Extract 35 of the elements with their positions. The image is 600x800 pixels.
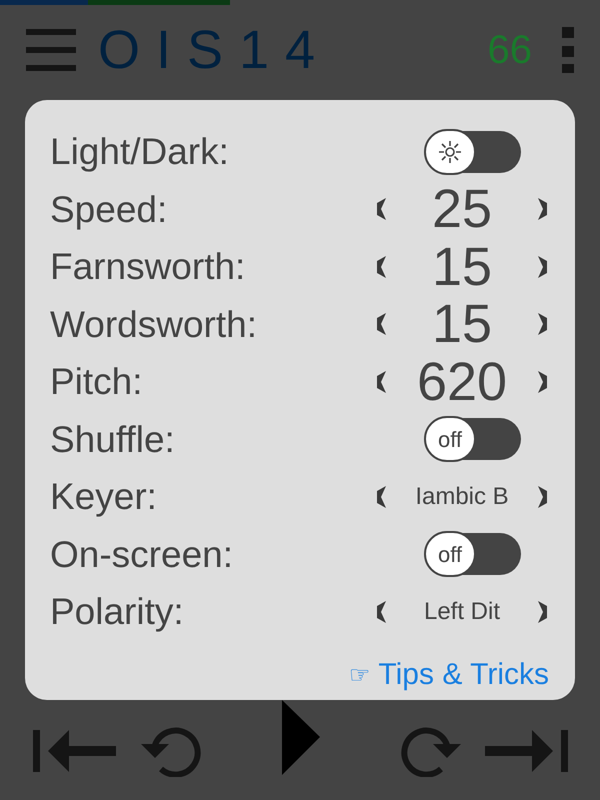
chevron-left-icon[interactable]	[374, 486, 386, 508]
chevron-left-icon[interactable]	[374, 313, 386, 336]
setting-label: Speed:	[50, 190, 168, 228]
setting-label: On-screen:	[50, 536, 234, 573]
toggle-knob[interactable]	[424, 128, 476, 175]
setting-value: 15	[430, 240, 494, 294]
setting-label: Pitch:	[50, 363, 144, 400]
setting-value: 25	[430, 182, 494, 236]
sun-icon	[438, 140, 462, 164]
setting-label: Shuffle:	[50, 420, 176, 458]
toggle-switch[interactable]: off	[425, 533, 521, 576]
toggle-switch[interactable]	[425, 130, 521, 173]
setting-value: Iambic B	[414, 484, 510, 509]
chevron-right-icon[interactable]	[538, 486, 550, 508]
setting-value: 620	[416, 354, 508, 409]
setting-label: Wordsworth:	[50, 306, 258, 343]
chevron-right-icon[interactable]	[538, 198, 550, 220]
setting-label: Farnsworth:	[50, 248, 246, 286]
setting-value: 15	[430, 297, 494, 352]
chevron-left-icon[interactable]	[374, 600, 386, 623]
toggle-switch[interactable]: off	[425, 418, 521, 460]
chevron-right-icon[interactable]	[538, 256, 550, 278]
setting-value: Left Dit	[422, 600, 502, 624]
app-title: OIS14	[98, 23, 332, 77]
setting-label: Polarity:	[50, 593, 185, 630]
chevron-left-icon[interactable]	[374, 370, 386, 393]
toggle-knob[interactable]: off	[424, 531, 476, 578]
toggle-knob[interactable]: off	[424, 416, 476, 462]
chevron-left-icon[interactable]	[374, 256, 386, 278]
chevron-right-icon[interactable]	[538, 600, 550, 623]
setting-label: Keyer:	[50, 478, 158, 516]
chevron-left-icon[interactable]	[374, 198, 386, 220]
setting-label: Light/Dark:	[50, 133, 230, 170]
chevron-right-icon[interactable]	[538, 370, 550, 393]
chevron-right-icon[interactable]	[538, 313, 550, 336]
